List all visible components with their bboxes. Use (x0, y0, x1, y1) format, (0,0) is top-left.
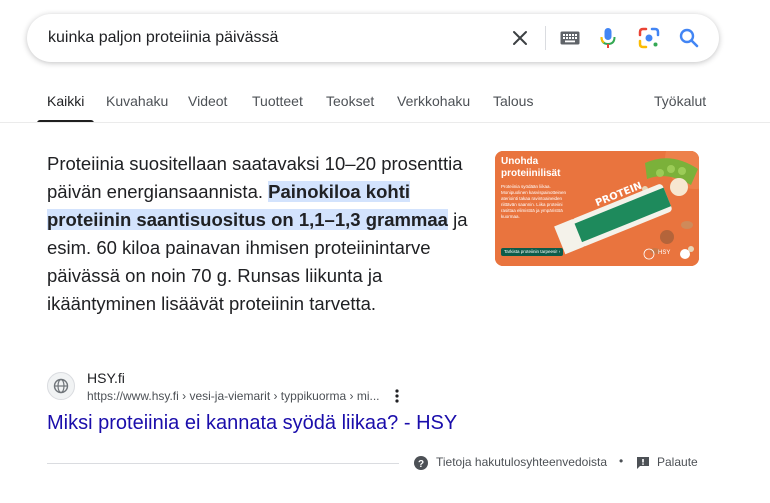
result-source[interactable]: HSY.fi https://www.hsy.fi › vesi-ja-viem… (47, 370, 407, 406)
result-title-link[interactable]: Miksi proteiinia ei kannata syödä liikaa… (47, 412, 457, 435)
more-options-icon[interactable] (393, 388, 401, 404)
tab-web[interactable]: Verkkohaku (397, 93, 470, 109)
tab-products[interactable]: Tuotteet (252, 93, 303, 109)
search-query[interactable]: kuinka paljon proteiinia päivässä (48, 29, 278, 47)
site-name: HSY.fi (87, 370, 125, 386)
thumbnail-title-line1: Unohda (501, 156, 539, 167)
footer-separator: • (619, 454, 624, 468)
search-icon[interactable] (677, 26, 701, 50)
thumbnail-title-line2: proteiinilisät (501, 168, 561, 179)
about-snippets-link[interactable]: Tietoja hakutulosyhteenvedoista (436, 455, 607, 469)
thumbnail-logo: HSY (658, 250, 671, 256)
globe-icon (47, 372, 75, 400)
feedback-icon[interactable] (636, 456, 650, 475)
thumbnail-title: Unohda proteiinilisät (501, 156, 560, 180)
tab-all[interactable]: Kaikki (47, 93, 84, 109)
keyboard-icon[interactable] (558, 26, 582, 50)
tab-images[interactable]: Kuvahaku (106, 93, 168, 109)
thumbnail-body-text: Proteiinia syödään liikaa. Monipuolinen … (501, 184, 567, 219)
microphone-icon[interactable] (596, 26, 620, 50)
tab-finance[interactable]: Talous (493, 93, 533, 109)
feedback-link[interactable]: Palaute (657, 455, 698, 469)
tab-books[interactable]: Teokset (326, 93, 374, 109)
clear-icon[interactable] (508, 26, 532, 50)
tabs-divider (0, 122, 770, 123)
help-icon[interactable]: ? (414, 456, 428, 475)
featured-snippet-text: Proteiinia suositellaan saatavaksi 10–20… (47, 150, 477, 318)
thumbnail-cta: Tarkista proteiinin tarpeesi! › (501, 248, 564, 256)
tools-button[interactable]: Työkalut (654, 93, 706, 109)
footer-divider (47, 463, 399, 464)
snippet-thumbnail[interactable]: Unohda proteiinilisät Proteiinia syödään … (495, 151, 699, 266)
search-tabs: Kaikki Kuvahaku Videot Tuotteet Teokset … (0, 83, 770, 123)
svg-text:?: ? (418, 459, 424, 470)
site-url: https://www.hsy.fi › vesi-ja-viemarit › … (87, 389, 380, 403)
lens-icon[interactable] (637, 26, 661, 50)
search-bar-divider (545, 26, 546, 50)
tab-videos[interactable]: Videot (188, 93, 227, 109)
search-bar[interactable]: kuinka paljon proteiinia päivässä (27, 14, 719, 62)
